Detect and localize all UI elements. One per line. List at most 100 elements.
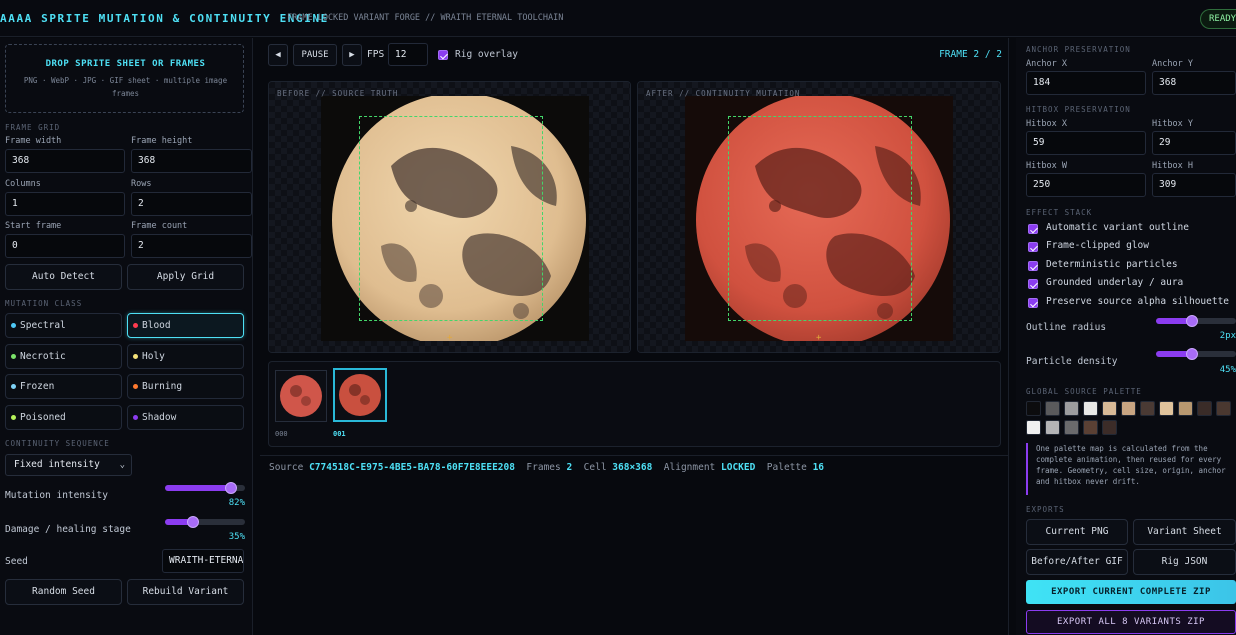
export-all-variants-button[interactable]: EXPORT ALL 8 VARIANTS ZIP [1026,610,1236,634]
section-frame-grid: FRAME GRID [5,123,61,132]
mutation-class-burning[interactable]: Burning [127,374,244,399]
hitbox-h-label: Hitbox H [1152,161,1193,171]
effect-checkbox[interactable] [1028,298,1038,308]
alignment-label: Alignment [663,462,716,473]
slider-knob[interactable] [224,482,237,494]
mutation-class-blood[interactable]: Blood [127,313,244,338]
frame-width-label: Frame width [5,136,62,146]
next-frame-button[interactable]: ▶ [342,44,362,66]
source-label: Source [269,462,304,473]
preview-area: ◀ PAUSE ▶ FPS 12 Rig overlay FRAME 2 / 2… [260,38,1009,635]
effect-checkbox[interactable] [1028,261,1038,271]
mutation-class-label: Shadow [142,411,177,423]
rows-input[interactable]: 2 [131,192,252,216]
pause-button[interactable]: PAUSE [293,44,337,66]
palette-swatch [1159,401,1174,416]
palette-swatch [1045,401,1060,416]
mutation-class-label: Poisoned [20,411,66,423]
palette-swatch [1140,401,1155,416]
anchor-y-input[interactable]: 368 [1152,71,1236,95]
slider-knob[interactable] [1186,315,1198,327]
columns-label: Columns [5,179,41,189]
mutation-class-shadow[interactable]: Shadow [127,404,244,430]
palette-swatch [1064,420,1079,435]
palette-swatch [1216,401,1231,416]
hitbox-x-label: Hitbox X [1026,119,1067,129]
frame-thumbnail[interactable] [275,370,327,422]
cell-value: 368×368 [612,462,653,473]
effect-label: Grounded underlay / aura [1046,277,1184,288]
hitbox-w-input[interactable]: 250 [1026,173,1146,197]
rows-label: Rows [131,179,152,189]
effect-checkbox[interactable] [1028,242,1038,252]
damage-stage-slider[interactable] [165,516,245,528]
export-current-png-button[interactable]: Current PNG [1026,519,1128,545]
prev-icon: ◀ [275,50,281,60]
effect-label: Deterministic particles [1046,259,1178,270]
cell-label: Cell [583,462,607,473]
outline-radius-slider[interactable] [1156,315,1236,327]
section-effect-stack: EFFECT STACK [1026,208,1093,217]
mutation-class-poisoned[interactable]: Poisoned [5,404,122,430]
slider-knob[interactable] [1186,348,1198,360]
section-anchor-preservation: ANCHOR PRESERVATION [1026,45,1131,54]
particle-density-slider[interactable] [1156,348,1236,360]
after-panel-title: AFTER // CONTINUITY MUTATION [646,89,801,98]
export-before-after-gif-button[interactable]: Before/After GIF [1026,549,1128,575]
palette-swatch [1102,401,1117,416]
section-global-palette: GLOBAL SOURCE PALETTE [1026,387,1142,396]
mutation-class-label: Holy [142,350,165,362]
export-variant-sheet-button[interactable]: Variant Sheet [1133,519,1236,545]
export-current-zip-button[interactable]: EXPORT CURRENT COMPLETE ZIP [1026,580,1236,604]
random-seed-button[interactable]: Random Seed [5,579,122,605]
auto-detect-button[interactable]: Auto Detect [5,264,122,290]
mutation-class-holy[interactable]: Holy [127,343,244,369]
frame-height-label: Frame height [131,136,193,146]
columns-input[interactable]: 1 [5,192,125,216]
effect-label: Frame-clipped glow [1046,240,1149,251]
frame-height-input[interactable]: 368 [131,149,252,173]
start-frame-input[interactable]: 0 [5,234,125,258]
hitbox-h-input[interactable]: 309 [1152,173,1236,197]
anchor-x-input[interactable]: 184 [1026,71,1146,95]
mutation-dot-icon [133,384,138,389]
seed-label: Seed [5,556,28,567]
rebuild-variant-button[interactable]: Rebuild Variant [127,579,244,605]
frame-count-input[interactable]: 2 [131,234,252,258]
palette-swatch [1178,401,1193,416]
continuity-mode-select[interactable]: Fixed intensity ⌄ [5,454,132,476]
seed-input[interactable]: WRAITH-ETERNAL [162,549,244,573]
hitbox-y-input[interactable]: 29 [1152,131,1236,155]
palette-swatch [1083,420,1098,435]
app-title: AAAA SPRITE MUTATION & CONTINUITY ENGINE [0,12,329,25]
rig-overlay-checkbox[interactable] [438,50,448,60]
mutation-class-label: Burning [142,381,183,392]
prev-frame-button[interactable]: ◀ [268,44,288,66]
palette-value: 16 [812,462,825,473]
effect-checkbox[interactable] [1028,279,1038,289]
mutation-dot-icon [133,353,138,359]
continuity-mode-value: Fixed intensity [14,459,100,470]
mutation-class-necrotic[interactable]: Necrotic [5,343,122,369]
hitbox-x-input[interactable]: 59 [1026,131,1146,155]
frame-thumbnail-active[interactable] [333,368,387,422]
fps-input[interactable]: 12 [388,43,428,66]
source-id: C774518C-E975-4BE5-BA78-60F7E8EEE208 [309,462,515,473]
effect-checkbox[interactable] [1028,224,1038,234]
sprite-drop-zone[interactable]: DROP SPRITE SHEET OR FRAMES PNG · WebP ·… [5,44,244,113]
export-rig-json-button[interactable]: Rig JSON [1133,549,1236,575]
section-hitbox-preservation: HITBOX PRESERVATION [1026,105,1131,114]
next-icon: ▶ [349,50,355,60]
mutation-intensity-slider[interactable] [165,482,245,494]
mutation-dot-icon [133,323,138,328]
frame-width-input[interactable]: 368 [5,149,125,173]
palette-swatch [1102,420,1117,435]
mutation-class-frozen[interactable]: Frozen [5,374,122,399]
outline-radius-value: 2px [1219,331,1236,341]
section-exports: EXPORTS [1026,505,1065,514]
slider-knob[interactable] [187,516,199,528]
mutation-class-spectral[interactable]: Spectral [5,313,122,338]
palette-swatch [1045,420,1060,435]
effect-label: Automatic variant outline [1046,222,1189,233]
apply-grid-button[interactable]: Apply Grid [127,264,244,290]
